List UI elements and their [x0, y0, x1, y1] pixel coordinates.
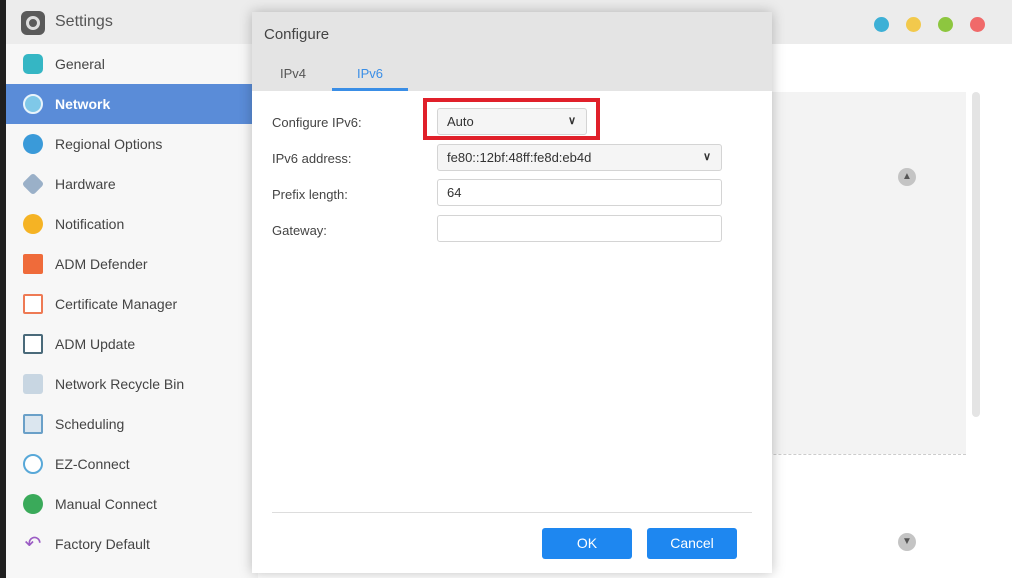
cancel-button[interactable]: Cancel: [647, 528, 737, 559]
sidebar-item-factory-default[interactable]: ↶ Factory Default: [6, 524, 258, 564]
sidebar-item-label: Network: [55, 96, 111, 112]
sidebar-item-scheduling[interactable]: Scheduling: [6, 404, 258, 444]
sidebar-item-label: Scheduling: [55, 416, 125, 432]
sidebar-item-notification[interactable]: Notification: [6, 204, 258, 244]
dialog-header: Configure IPv4 IPv6: [252, 12, 772, 91]
configure-dialog: Configure IPv4 IPv6 Configure IPv6: Auto…: [252, 12, 772, 573]
prefix-length-label: Prefix length:: [272, 187, 348, 202]
ipv6-address-value: fe80::12bf:48ff:fe8d:eb4d: [447, 150, 592, 165]
sidebar-item-network-recycle-bin[interactable]: Network Recycle Bin: [6, 364, 258, 404]
globe-icon: [23, 94, 43, 114]
notification-icon: [23, 214, 43, 234]
sidebar: General Network Regional Options Hardwar…: [6, 44, 258, 578]
update-icon: [23, 334, 43, 354]
hardware-icon: [21, 172, 45, 196]
maximize-dot-icon[interactable]: [938, 17, 953, 32]
collapse-up-icon[interactable]: ▲: [898, 168, 916, 186]
expand-down-icon[interactable]: ▼: [898, 533, 916, 551]
ipv6-address-label: IPv6 address:: [272, 151, 352, 166]
recycle-icon: [23, 374, 43, 394]
sidebar-item-label: ADM Defender: [55, 256, 148, 272]
manual-connect-icon: [23, 494, 43, 514]
close-dot-icon[interactable]: [970, 17, 985, 32]
cloud-icon: [23, 454, 43, 474]
tab-ipv6[interactable]: IPv6: [332, 60, 408, 91]
sidebar-item-hardware[interactable]: Hardware: [6, 164, 258, 204]
certificate-icon: [23, 294, 43, 314]
gateway-input[interactable]: [437, 215, 722, 242]
sidebar-item-general[interactable]: General: [6, 44, 258, 84]
defender-icon: [23, 254, 43, 274]
chevron-down-icon: ∨: [702, 151, 711, 163]
tab-ipv4[interactable]: IPv4: [266, 60, 320, 91]
sidebar-item-adm-defender[interactable]: ADM Defender: [6, 244, 258, 284]
restore-dot-icon[interactable]: [906, 17, 921, 32]
sidebar-item-label: EZ-Connect: [55, 456, 130, 472]
background-scrollbar[interactable]: [972, 92, 980, 417]
footer-divider: [272, 512, 752, 513]
ok-button[interactable]: OK: [542, 528, 632, 559]
sidebar-item-label: General: [55, 56, 105, 72]
minimize-dot-icon[interactable]: [874, 17, 889, 32]
sidebar-item-adm-update[interactable]: ADM Update: [6, 324, 258, 364]
undo-icon: ↶: [24, 533, 42, 555]
sidebar-item-label: Certificate Manager: [55, 296, 178, 312]
sidebar-item-label: Hardware: [55, 176, 116, 192]
ipv6-address-select[interactable]: fe80::12bf:48ff:fe8d:eb4d ∨: [437, 144, 722, 171]
general-icon: [23, 54, 43, 74]
sidebar-item-label: Factory Default: [55, 536, 150, 552]
sidebar-item-network[interactable]: Network: [6, 84, 258, 124]
scheduling-icon: [23, 414, 43, 434]
sidebar-item-manual-connect[interactable]: Manual Connect: [6, 484, 258, 524]
sidebar-item-ez-connect[interactable]: EZ-Connect: [6, 444, 258, 484]
sidebar-item-label: Network Recycle Bin: [55, 376, 185, 392]
dialog-title: Configure: [264, 26, 330, 43]
highlight-box: [423, 98, 600, 140]
gateway-label: Gateway:: [272, 223, 327, 238]
sidebar-item-label: Manual Connect: [55, 496, 157, 512]
sidebar-item-label: Notification: [55, 216, 125, 232]
prefix-length-input[interactable]: 64: [437, 179, 722, 206]
configure-ipv6-label: Configure IPv6:: [272, 115, 362, 130]
app-title: Settings: [55, 13, 113, 30]
sidebar-item-certificate-manager[interactable]: Certificate Manager: [6, 284, 258, 324]
sidebar-item-regional-options[interactable]: Regional Options: [6, 124, 258, 164]
sidebar-item-label: ADM Update: [55, 336, 136, 352]
sidebar-item-label: Regional Options: [55, 136, 163, 152]
settings-app-icon: [21, 11, 45, 35]
regional-icon: [23, 134, 43, 154]
